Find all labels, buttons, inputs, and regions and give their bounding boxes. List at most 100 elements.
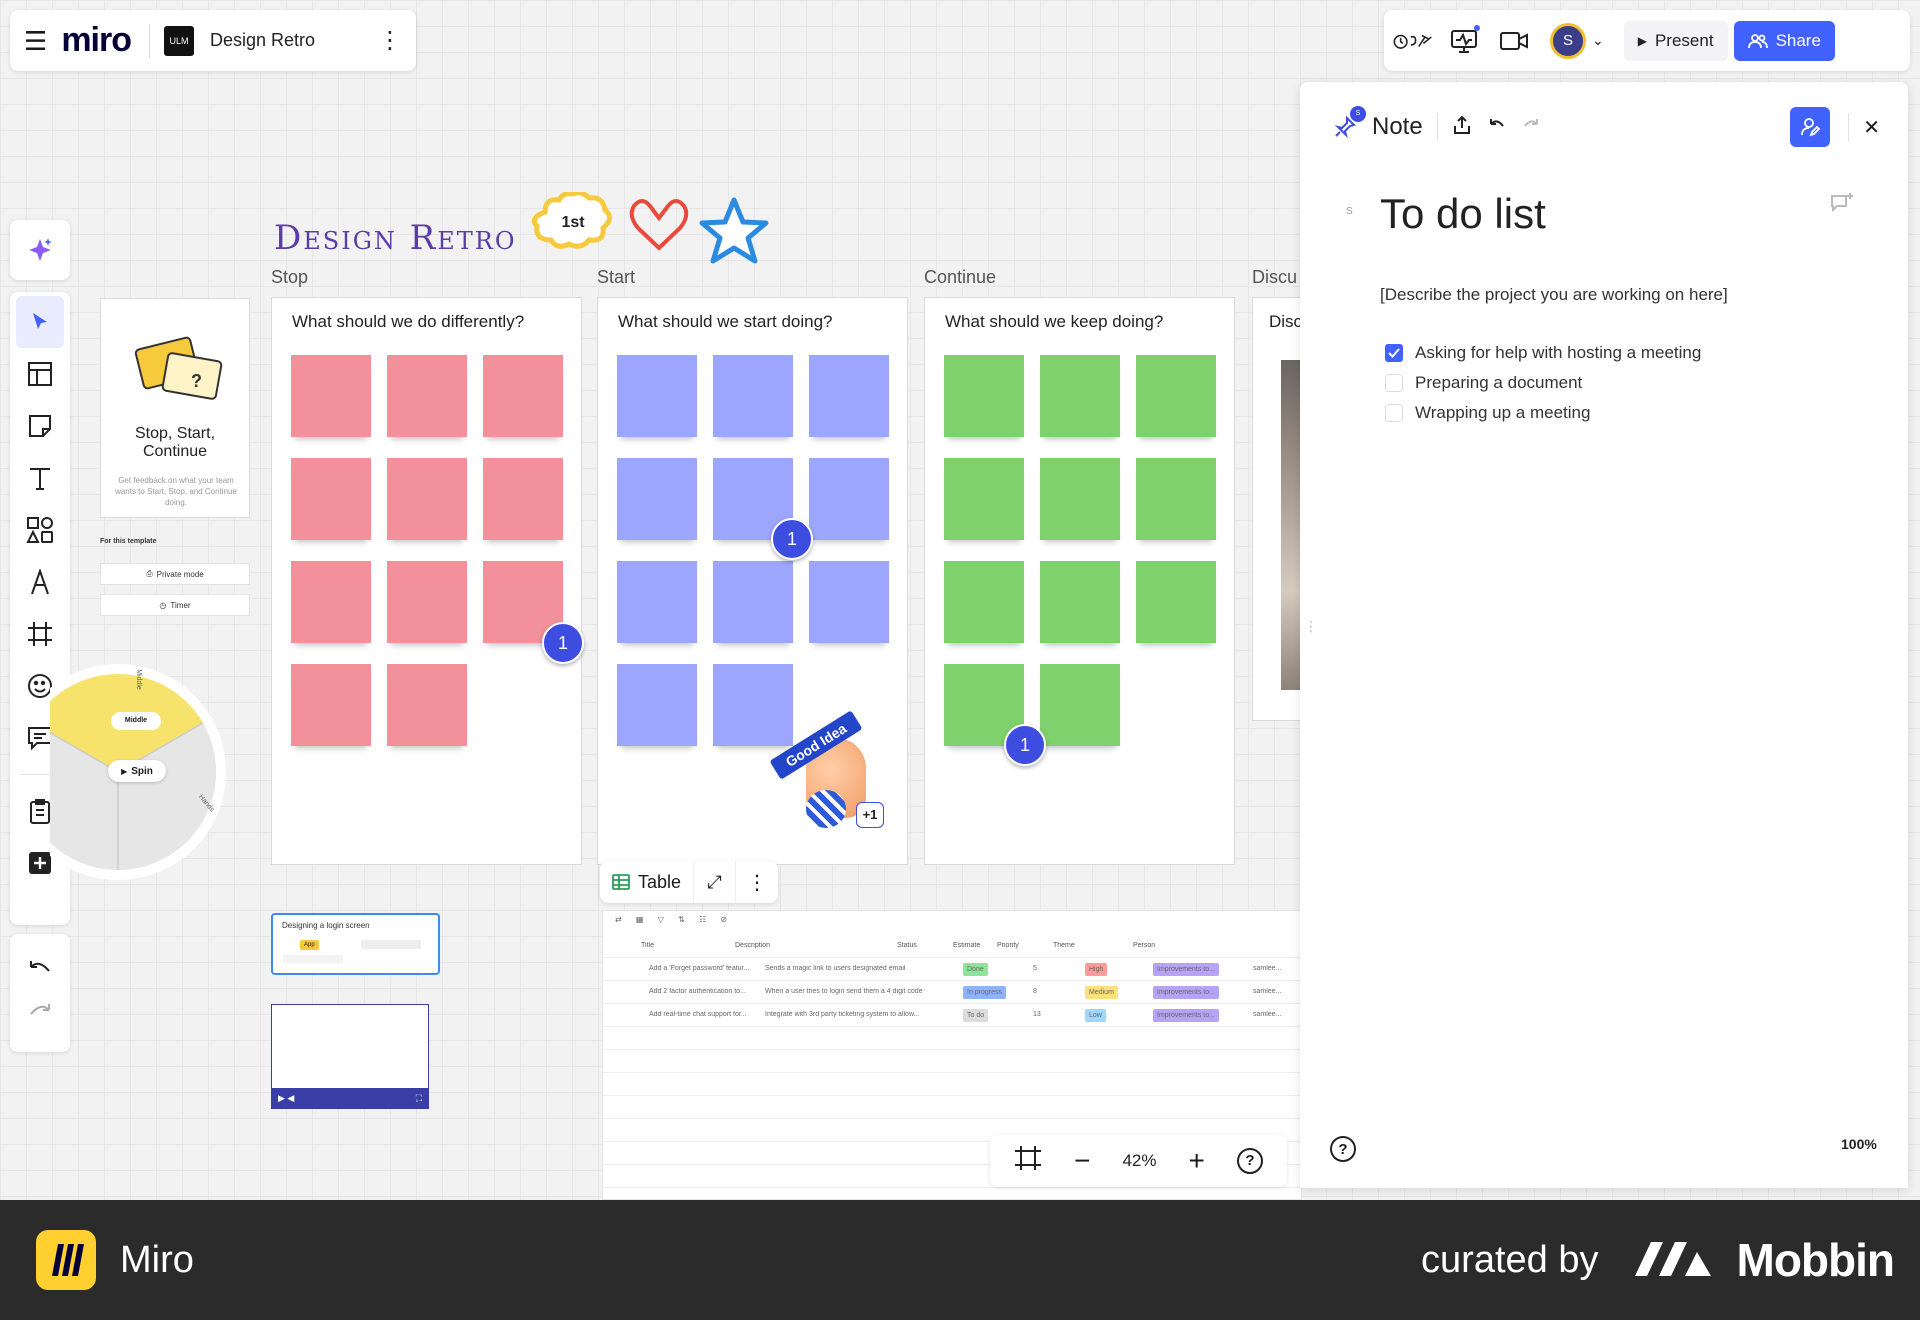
redo-icon[interactable] — [27, 1002, 53, 1027]
table-row[interactable]: Add real-time chat support for... Integra… — [603, 1004, 1301, 1027]
frame-stop[interactable]: What should we do differently? — [271, 297, 582, 865]
sticky-note[interactable] — [1040, 355, 1120, 437]
table-cell-description[interactable]: Sends a magic link to users designated e… — [765, 965, 905, 972]
star-sticker-icon[interactable] — [698, 196, 770, 271]
table-cell-description[interactable]: When a user tries to login send them a 4… — [765, 988, 925, 995]
table-cell-person[interactable]: samlee... — [1253, 988, 1281, 995]
sticky-note[interactable] — [809, 355, 889, 437]
chevron-down-icon[interactable]: ⌄ — [1592, 32, 1604, 49]
todo-text[interactable]: Preparing a document — [1415, 373, 1582, 393]
table-cell-estimate[interactable]: 5 — [1033, 965, 1037, 972]
sticky-note[interactable] — [713, 355, 793, 437]
sticky-note[interactable] — [387, 664, 467, 746]
text-tool[interactable] — [16, 452, 64, 504]
undo-icon[interactable] — [1488, 118, 1506, 137]
vote-badge[interactable]: 1 — [1004, 724, 1046, 766]
undo-icon[interactable] — [27, 959, 53, 984]
export-icon[interactable] — [1452, 115, 1472, 140]
frame-tool[interactable] — [16, 608, 64, 660]
todo-item[interactable]: Asking for help with hosting a meeting — [1385, 343, 1701, 363]
table-column-header[interactable]: Person — [1133, 942, 1155, 949]
sticky-note[interactable] — [291, 664, 371, 746]
add-comment-icon[interactable] — [1830, 192, 1854, 219]
private-mode-button[interactable]: ⎙ Private mode — [100, 563, 250, 585]
checkbox[interactable] — [1385, 374, 1403, 392]
table-cell-theme[interactable]: Improvements to... — [1153, 963, 1219, 976]
note-title[interactable]: To do list — [1380, 190, 1546, 238]
shapes-tool[interactable] — [16, 504, 64, 556]
sticky-note[interactable] — [291, 458, 371, 540]
help-icon[interactable]: ? — [1236, 1147, 1263, 1174]
sticky-note[interactable] — [1136, 561, 1216, 643]
template-info-card[interactable]: ? Stop, Start, Continue Get feedback on … — [100, 298, 250, 518]
board-menu-icon[interactable]: ⋮ — [378, 28, 402, 53]
resize-handle[interactable]: ⋮ — [1304, 619, 1318, 633]
close-icon[interactable]: ✕ — [1863, 115, 1880, 140]
table-column-header[interactable]: Description — [735, 942, 770, 949]
table-column-header[interactable]: Estimate — [953, 942, 980, 949]
heart-sticker-icon[interactable] — [628, 196, 690, 257]
vote-badge[interactable]: 1 — [771, 518, 813, 560]
spin-button[interactable]: ▶ Spin — [108, 760, 166, 782]
assign-button[interactable] — [1790, 107, 1831, 147]
templates-tool[interactable] — [16, 348, 64, 400]
present-button[interactable]: ▶ Present — [1623, 20, 1728, 61]
table-cell-status[interactable]: To do — [963, 1009, 989, 1022]
playback-icon[interactable]: ▶ ◀ — [278, 1093, 294, 1104]
sticky-note[interactable] — [944, 561, 1024, 643]
ai-assist-button[interactable] — [10, 220, 70, 280]
redo-icon[interactable] — [1522, 118, 1540, 137]
timer-button[interactable]: ◷ Timer — [100, 594, 250, 616]
sticky-note[interactable] — [944, 355, 1024, 437]
help-icon[interactable]: ? — [1330, 1136, 1356, 1162]
expand-icon[interactable]: ⤢ — [694, 861, 737, 903]
video-controls[interactable]: ▶ ◀ ⛶ — [272, 1088, 428, 1108]
table-column-header[interactable]: Title — [641, 942, 654, 949]
checkbox[interactable] — [1385, 404, 1403, 422]
reactions-icon[interactable] — [1392, 21, 1436, 61]
table-cell-theme[interactable]: Improvements to... — [1153, 1009, 1219, 1022]
sticky-note[interactable] — [617, 561, 697, 643]
pin-icon[interactable]: S — [1330, 106, 1366, 142]
table-cell-theme[interactable]: Improvements to... — [1153, 986, 1219, 999]
table-cell-status[interactable]: In progress — [963, 986, 1007, 999]
sticky-note[interactable] — [1136, 355, 1216, 437]
checkbox-checked[interactable] — [1385, 344, 1403, 362]
table-cell-description[interactable]: Integrate with 3rd party ticketing syste… — [765, 1011, 919, 1018]
table-cell-estimate[interactable]: 8 — [1033, 988, 1037, 995]
note-zoom-level[interactable]: 100% — [1841, 1136, 1877, 1152]
table-row[interactable]: Add a 'Forget password' featur... Sends a… — [603, 958, 1301, 981]
sticky-note[interactable] — [617, 664, 697, 746]
table-cell-estimate[interactable]: 13 — [1033, 1011, 1041, 1018]
avatar-switcher[interactable]: S ⌄ — [1550, 22, 1604, 59]
table-cell-title[interactable]: Add a 'Forget password' featur... — [649, 965, 749, 972]
sticky-note[interactable] — [617, 355, 697, 437]
sticky-note[interactable] — [291, 561, 371, 643]
sticky-note[interactable] — [387, 355, 467, 437]
kanban-card[interactable]: Designing a login screen App — [271, 913, 440, 975]
zoom-out-button[interactable]: − — [1074, 1146, 1090, 1175]
pen-tool[interactable] — [16, 556, 64, 608]
app-logo[interactable]: miro — [61, 21, 132, 60]
table-menu-icon[interactable]: ⋮ — [736, 861, 778, 903]
sticky-note[interactable] — [809, 458, 889, 540]
todo-text[interactable]: Asking for help with hosting a meeting — [1415, 343, 1701, 363]
retro-title[interactable]: Design Retro — [274, 218, 517, 258]
hamburger-menu-icon[interactable]: ☰ — [24, 28, 47, 54]
table-cell-priority[interactable]: High — [1085, 963, 1108, 976]
table-type-button[interactable]: Table — [600, 861, 695, 903]
fit-frame-icon[interactable] — [1014, 1145, 1042, 1176]
video-embed[interactable]: ▶ ◀ ⛶ — [271, 1004, 429, 1109]
share-button[interactable]: Share — [1733, 20, 1835, 61]
note-description[interactable]: [Describe the project you are working on… — [1380, 285, 1728, 305]
table-cell-priority[interactable]: Medium — [1085, 986, 1118, 999]
table-column-header[interactable]: Priority — [997, 942, 1019, 949]
table-cell-title[interactable]: Add real-time chat support for... — [649, 1011, 747, 1018]
table-row[interactable] — [603, 1050, 1301, 1073]
zoom-in-button[interactable]: + — [1189, 1146, 1205, 1175]
video-call-icon[interactable] — [1492, 21, 1536, 61]
sticky-note[interactable] — [483, 458, 563, 540]
sticky-note[interactable] — [617, 458, 697, 540]
zoom-level[interactable]: 42% — [1122, 1151, 1156, 1171]
sticky-note[interactable] — [1040, 664, 1120, 746]
